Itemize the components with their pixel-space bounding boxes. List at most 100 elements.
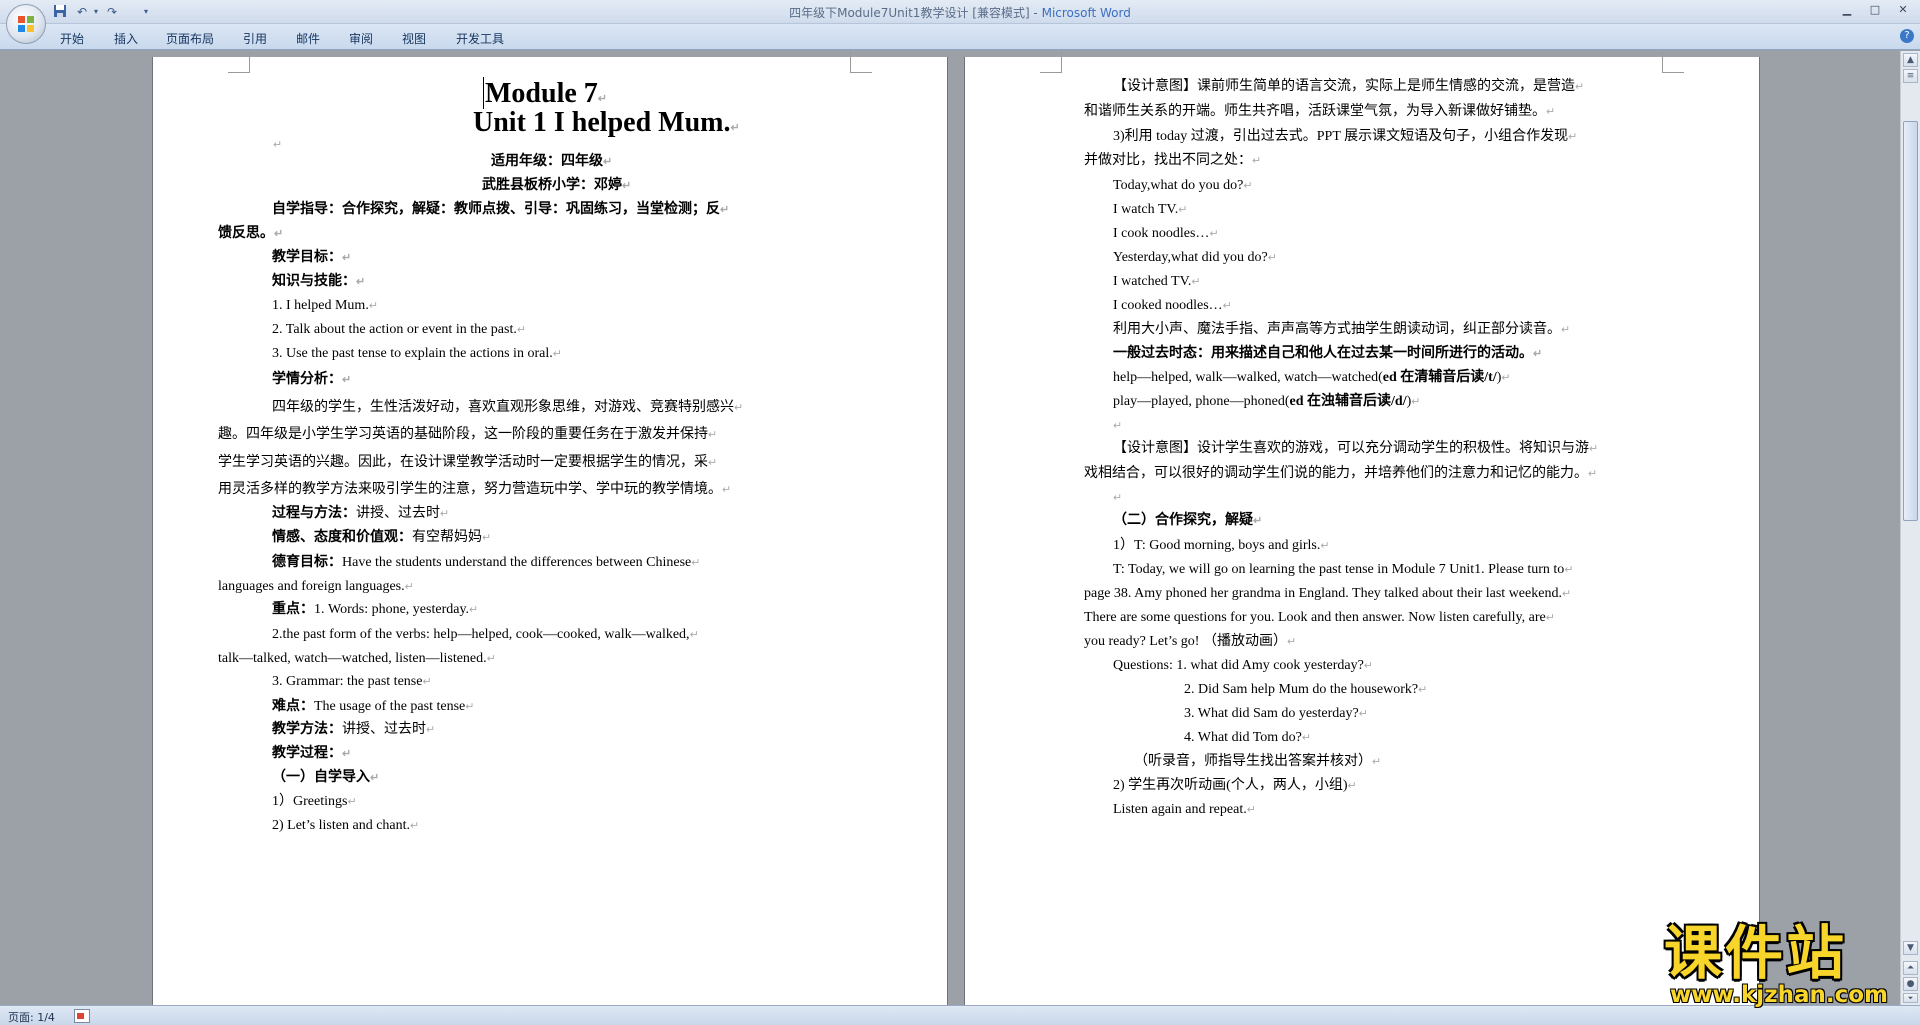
doc-line[interactable]: 【设计意图】课前师生简单的语言交流，实际上是师生情感的交流，是营造↵ [1113, 77, 1584, 97]
tab-developer[interactable]: 开发工具 [456, 30, 504, 47]
paragraph-mark-icon: ↵ [1545, 612, 1555, 624]
doc-line[interactable]: （一）自学导入↵ [272, 768, 379, 788]
doc-line[interactable]: you ready? Let’s go! （播放动画）↵ [1084, 632, 1296, 652]
paragraph-mark-icon: ↵ [1286, 636, 1297, 648]
doc-line[interactable]: T: Today, we will go on learning the pas… [1113, 560, 1574, 580]
doc-line[interactable]: 重点：1. Words: phone, yesterday.↵ [272, 600, 478, 620]
tab-review[interactable]: 审阅 [349, 30, 373, 47]
doc-line[interactable]: 戏相结合，可以很好的调动学生们说的能力，并培养他们的注意力和记忆的能力。↵ [1084, 464, 1597, 484]
scroll-down-icon[interactable]: ▼ [1903, 941, 1918, 955]
doc-line[interactable]: 适用年级：四年级↵ [491, 152, 612, 172]
next-page-icon[interactable]: ⏷ [1903, 993, 1918, 1003]
doc-line[interactable]: 1）Greetings↵ [272, 792, 357, 812]
status-page-count[interactable]: 页面: 1/4 [8, 1009, 55, 1025]
doc-line[interactable]: 3)利用 today 过渡，引出过去式。PPT 展示课文短语及句子，小组合作发现… [1113, 127, 1577, 147]
document-title: 四年级下Module7Unit1教学设计 [兼容模式] - [789, 6, 1042, 20]
doc-line[interactable]: 情感、态度和价值观：有空帮妈妈↵ [272, 528, 491, 548]
doc-line[interactable]: 难点：The usage of the past tense↵ [272, 697, 474, 717]
doc-line[interactable]: 一般过去时态：用来描述自己和他人在过去某一时间所进行的活动。↵ [1113, 344, 1542, 364]
paragraph-mark-icon: ↵ [404, 581, 414, 593]
doc-line[interactable]: 利用大小声、魔法手指、声声高等方式抽学生朗读动词，纠正部分读音。↵ [1113, 320, 1570, 340]
paragraph-mark-icon[interactable]: ↵ [273, 135, 282, 155]
doc-line[interactable]: 知识与技能：↵ [272, 272, 365, 292]
doc-line[interactable]: 过程与方法：讲授、过去时↵ [272, 504, 449, 524]
doc-line[interactable]: 趣。四年级是小学生学习英语的基础阶段，这一阶段的重要任务在于激发并保持↵ [218, 425, 717, 445]
paragraph-mark-icon[interactable]: ↵ [1113, 488, 1122, 508]
doc-line[interactable]: 用灵活多样的教学方法来吸引学生的注意，努力营造玩中学、学中玩的教学情境。↵ [218, 480, 731, 500]
doc-line[interactable]: 1）T: Good morning, boys and girls.↵ [1113, 536, 1330, 556]
doc-line[interactable]: I watched TV.↵ [1113, 272, 1201, 292]
document-workspace: Module 7↵ Unit 1 I helped Mum.↵ ↵ 适用年级：四年级↵… [0, 51, 1898, 1005]
doc-line[interactable]: I cook noodles…↵ [1113, 224, 1219, 244]
scroll-options-icon[interactable]: ≡ [1903, 69, 1918, 83]
tab-page-layout[interactable]: 页面布局 [166, 30, 214, 47]
help-icon[interactable]: ? [1900, 29, 1914, 43]
paragraph-mark-icon: ↵ [342, 374, 352, 386]
doc-line[interactable]: 2.the past form of the verbs: help—helpe… [272, 625, 699, 645]
doc-line[interactable]: languages and foreign languages.↵ [218, 577, 414, 597]
scroll-up-icon[interactable]: ▲ [1903, 53, 1918, 67]
doc-line[interactable]: 3. Use the past tense to explain the act… [272, 344, 562, 364]
doc-line[interactable]: 2) 学生再次听动画(个人，两人，小组)↵ [1113, 776, 1357, 796]
doc-line[interactable]: I watch TV.↵ [1113, 200, 1187, 220]
doc-line[interactable]: 并做对比，找出不同之处：↵ [1084, 151, 1261, 171]
doc-line[interactable]: Yesterday,what did you do?↵ [1113, 248, 1277, 268]
doc-line[interactable]: 教学方法：讲授、过去时↵ [272, 720, 435, 740]
doc-line[interactable]: 3. What did Sam do yesterday?↵ [1184, 704, 1368, 724]
doc-line[interactable]: Questions: 1. what did Amy cook yesterda… [1113, 656, 1373, 676]
doc-line[interactable]: 和谐师生关系的开端。师生共齐唱，活跃课堂气氛，为导入新课做好铺垫。↵ [1084, 102, 1555, 122]
browse-object-icon[interactable]: ● [1903, 977, 1918, 991]
doc-line[interactable]: 2. Did Sam help Mum do the housework?↵ [1184, 680, 1427, 700]
tab-home[interactable]: 开始 [60, 30, 84, 47]
paragraph-mark-icon: ↵ [1347, 780, 1357, 792]
doc-text: ed 在清辅音后读/t/ [1382, 370, 1497, 385]
paragraph-mark-icon: ↵ [410, 820, 420, 832]
minimize-icon[interactable]: ▁ [1834, 2, 1860, 18]
maximize-icon[interactable]: □ [1862, 2, 1888, 18]
doc-line[interactable]: 【设计意图】设计学生喜欢的游戏，可以充分调动学生的积极性。将知识与游↵ [1113, 439, 1598, 459]
paragraph-mark-icon: ↵ [1222, 300, 1232, 312]
paragraph-mark-icon: ↵ [1209, 228, 1219, 240]
doc-line[interactable]: 四年级的学生，生性活泼好动，喜欢直观形象思维，对游戏、竞赛特别感兴↵ [272, 398, 743, 418]
doc-line[interactable]: 教学目标：↵ [272, 248, 351, 268]
doc-line[interactable]: 武胜县板桥小学：邓婷↵ [482, 176, 631, 196]
close-icon[interactable]: ✕ [1890, 2, 1916, 18]
previous-page-icon[interactable]: ⏶ [1903, 961, 1918, 975]
paragraph-mark-icon: ↵ [1267, 252, 1277, 264]
doc-line[interactable]: （二）合作探究，解疑↵ [1113, 511, 1262, 531]
doc-line[interactable]: help—helped, walk—walked, watch—watched(… [1113, 368, 1511, 388]
doc-line[interactable]: I cooked noodles…↵ [1113, 296, 1232, 316]
doc-line[interactable]: play—played, phone—phoned(ed 在浊辅音后读/d/)↵ [1113, 392, 1420, 412]
doc-line[interactable]: talk—talked, watch—watched, listen—liste… [218, 649, 496, 669]
scroll-thumb[interactable] [1903, 121, 1918, 521]
doc-line[interactable]: Unit 1 I helped Mum.↵ [473, 107, 740, 144]
doc-line[interactable]: （听录音，师指导生找出答案并核对）↵ [1134, 752, 1381, 772]
doc-line[interactable]: 1. I helped Mum.↵ [272, 296, 378, 316]
doc-line[interactable]: 教学过程：↵ [272, 744, 351, 764]
doc-line[interactable]: There are some questions for you. Look a… [1084, 608, 1555, 628]
doc-line[interactable]: 自学指导：合作探究，解疑：教师点拨、引导：巩固练习，当堂检测；反↵ [272, 200, 729, 220]
doc-line[interactable]: 馈反思。↵ [218, 224, 283, 244]
doc-line[interactable]: Today,what do you do?↵ [1113, 176, 1253, 196]
doc-line[interactable]: 学情分析：↵ [272, 370, 351, 390]
office-button[interactable] [6, 4, 46, 44]
margin-corner-mark [1040, 51, 1062, 73]
doc-line[interactable]: 学生学习英语的兴趣。因此，在设计课堂教学活动时一定要根据学生的情况，采↵ [218, 453, 717, 473]
doc-label: 重点： [272, 602, 314, 617]
tab-view[interactable]: 视图 [402, 30, 426, 47]
vertical-scrollbar[interactable]: ▲ ≡ ▼ ⏶ ● ⏷ [1900, 51, 1920, 1005]
doc-line[interactable]: page 38. Amy phoned her grandma in Engla… [1084, 584, 1571, 604]
doc-line[interactable]: Listen again and repeat.↵ [1113, 800, 1256, 820]
paragraph-mark-icon: ↵ [734, 402, 744, 414]
paragraph-mark-icon[interactable]: ↵ [1113, 416, 1122, 436]
doc-line[interactable]: 德育目标：Have the students understand the di… [272, 553, 700, 573]
doc-line[interactable]: 2. Talk about the action or event in the… [272, 320, 526, 340]
paragraph-mark-icon: ↵ [1418, 684, 1428, 696]
tab-references[interactable]: 引用 [243, 30, 267, 47]
doc-line[interactable]: 4. What did Tom do?↵ [1184, 728, 1311, 748]
tab-mailings[interactable]: 邮件 [296, 30, 320, 47]
tab-insert[interactable]: 插入 [114, 30, 138, 47]
doc-line[interactable]: 2) Let’s listen and chant.↵ [272, 816, 419, 836]
doc-line[interactable]: 3. Grammar: the past tense↵ [272, 672, 432, 692]
spelling-check-icon[interactable] [74, 1009, 90, 1023]
